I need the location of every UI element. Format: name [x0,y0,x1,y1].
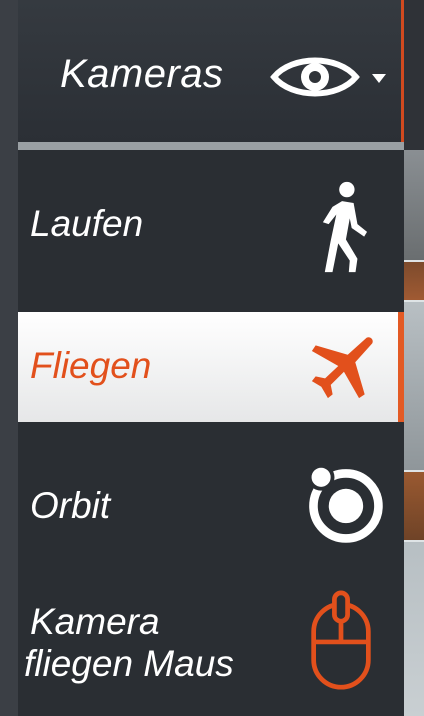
menu-item-fliegen[interactable]: Fliegen [18,312,404,422]
caret-down-icon [372,74,386,83]
menu-item-label-line1: Kamera [30,601,160,642]
walking-person-icon [322,181,368,273]
camera-mode-menu: Laufen Fliegen Orbit Kamera fliegen Maus [18,150,404,716]
menu-item-orbit[interactable]: Orbit [18,422,404,574]
airplane-icon [311,337,373,399]
menu-item-label-line2: fliegen Maus [24,643,234,684]
menu-item-kamera-fliegen-maus[interactable]: Kamera fliegen Maus [18,574,404,716]
camera-mode-dropdown[interactable]: Kameras [18,0,404,142]
orbit-icon [307,463,383,543]
dropdown-title: Kameras [60,52,224,96]
menu-item-label: Fliegen [30,345,152,386]
divider [18,142,404,150]
background-scene [402,0,424,716]
menu-item-label: Orbit [30,485,111,526]
eye-icon [270,57,360,97]
menu-item-laufen[interactable]: Laufen [18,150,404,312]
mouse-icon [311,590,371,690]
menu-item-label: Laufen [30,203,144,244]
